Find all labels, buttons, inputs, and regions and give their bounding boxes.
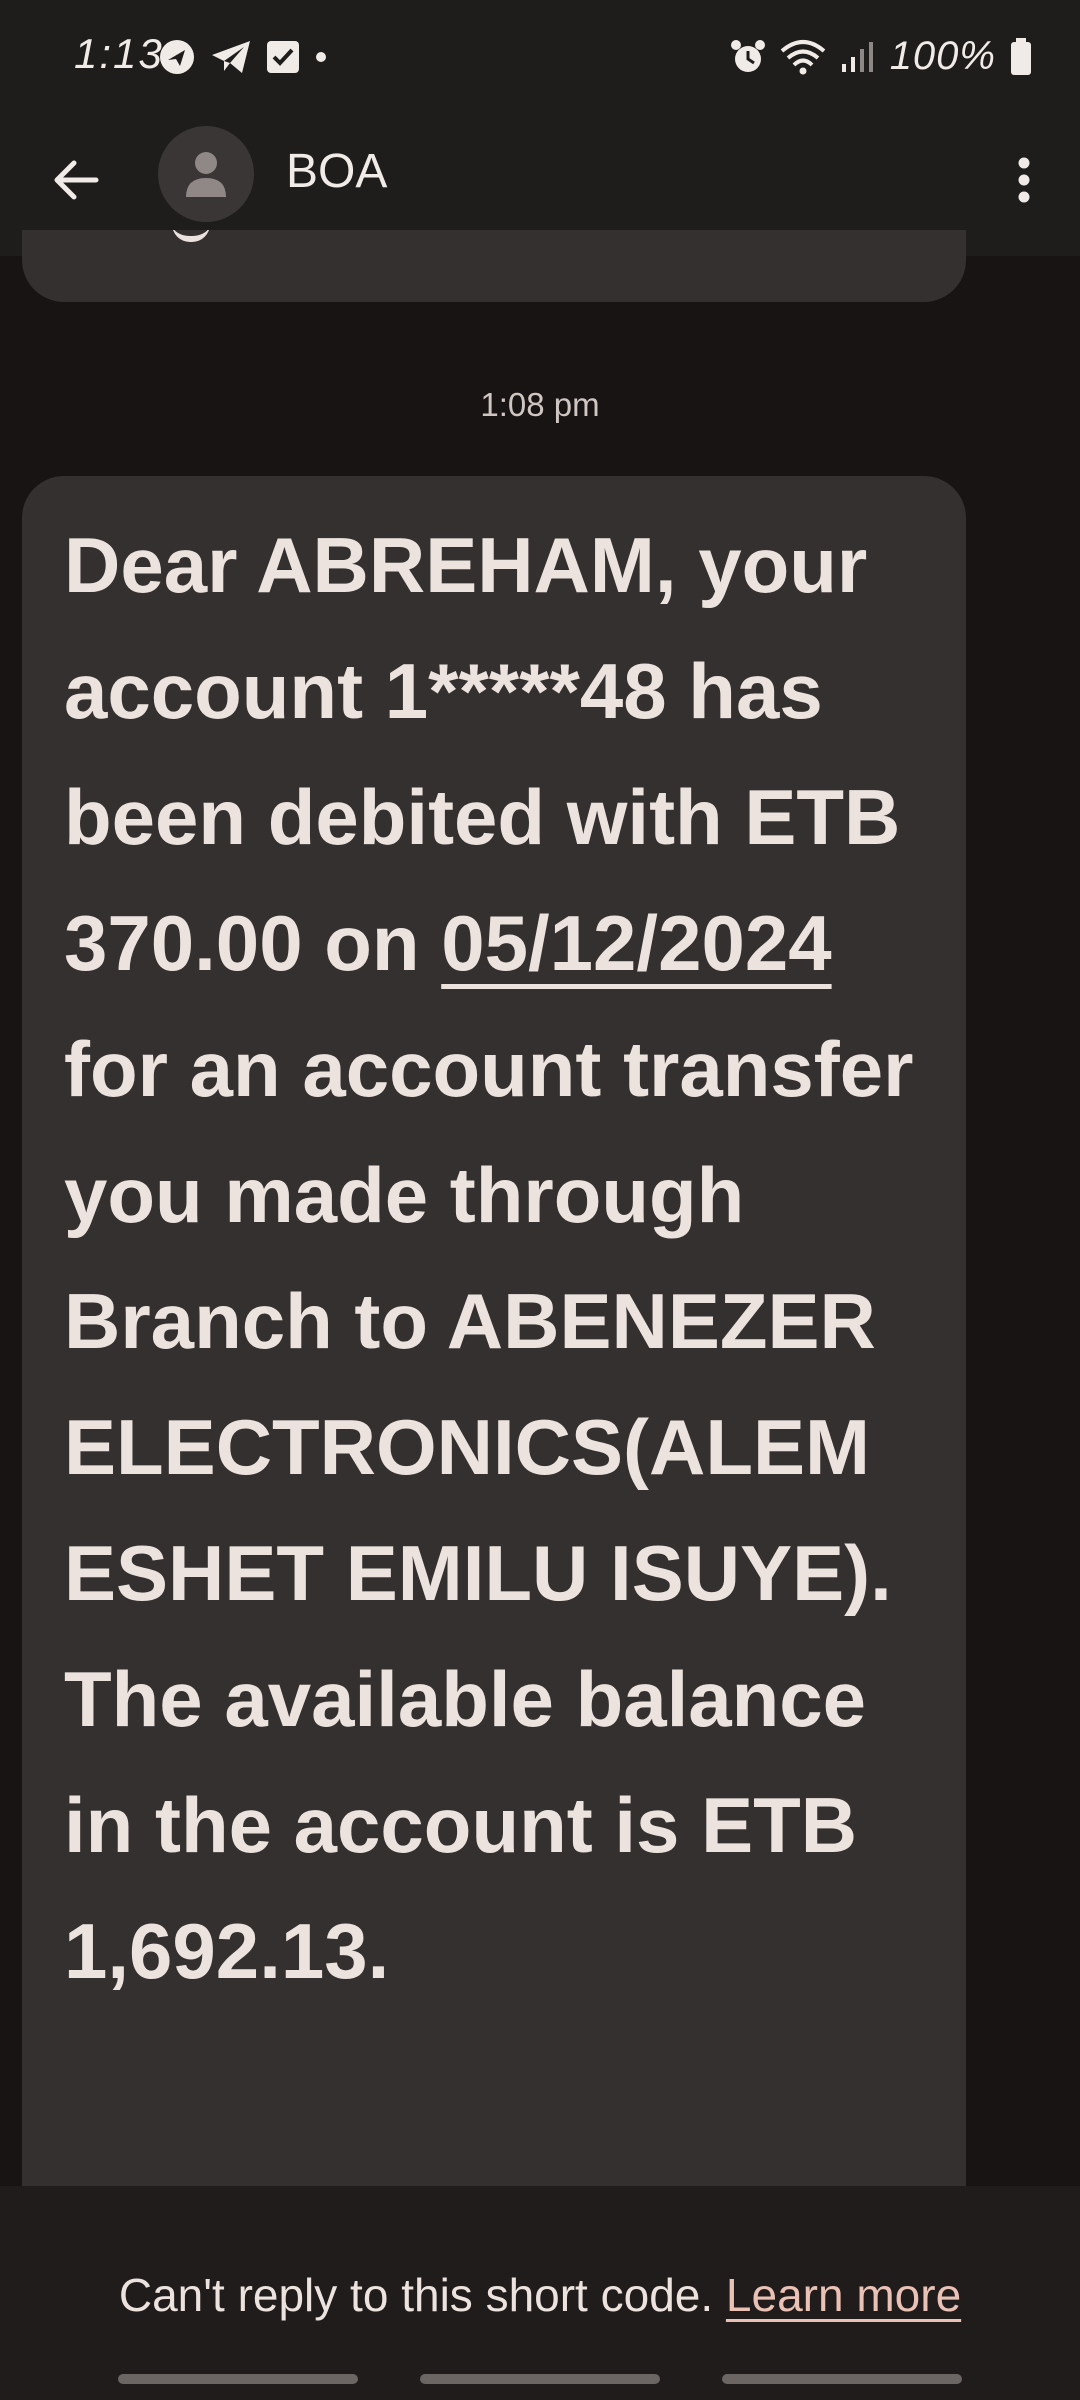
battery-percent: 100% <box>889 34 996 78</box>
contact-name[interactable]: BOA <box>286 144 387 199</box>
more-options-button[interactable] <box>994 140 1054 220</box>
learn-more-link[interactable]: Learn more <box>726 2269 961 2321</box>
alarm-icon <box>730 39 765 72</box>
system-icons: 100% <box>730 34 1032 79</box>
message-bubble[interactable]: Dear ABREHAM, your account 1*****48 has … <box>22 476 966 2236</box>
message-timestamp: 1:08 pm <box>480 386 600 423</box>
navigation-bar <box>0 2374 1080 2384</box>
nav-handle-left[interactable] <box>118 2374 358 2384</box>
telegram-icon <box>212 41 250 73</box>
message-date-link[interactable]: 05/12/2024 <box>441 899 831 987</box>
previous-message-bubble[interactable] <box>22 230 966 302</box>
footer-notice-text: Can't reply to this short code. <box>118 2269 714 2321</box>
wifi-icon <box>780 39 825 74</box>
clipped-text-fragment <box>172 230 210 242</box>
nav-handle-right[interactable] <box>722 2374 962 2384</box>
status-time: 1:13 <box>74 30 164 77</box>
battery-icon <box>1011 37 1031 75</box>
message-text-end: for an account transfer you made through… <box>64 1025 914 1995</box>
footer-notice: Can't reply to this short code. Learn mo… <box>0 2268 1080 2322</box>
dot-icon <box>316 52 326 62</box>
checkbox-icon <box>267 41 299 73</box>
message-text: Dear ABREHAM, your account 1*****48 has … <box>64 502 954 2014</box>
reply-footer: Can't reply to this short code. Learn mo… <box>0 2186 1080 2400</box>
more-vert-icon <box>1018 157 1030 203</box>
nav-handle-center[interactable] <box>420 2374 660 2384</box>
signal-icon <box>841 41 873 72</box>
back-arrow-icon <box>54 160 99 200</box>
avatar[interactable] <box>158 126 254 222</box>
chat-bubble-icon <box>160 40 194 74</box>
back-button[interactable] <box>42 146 110 214</box>
notification-icons <box>158 38 328 76</box>
person-icon <box>186 152 226 197</box>
status-bar: 1:13 100% <box>0 0 1080 118</box>
